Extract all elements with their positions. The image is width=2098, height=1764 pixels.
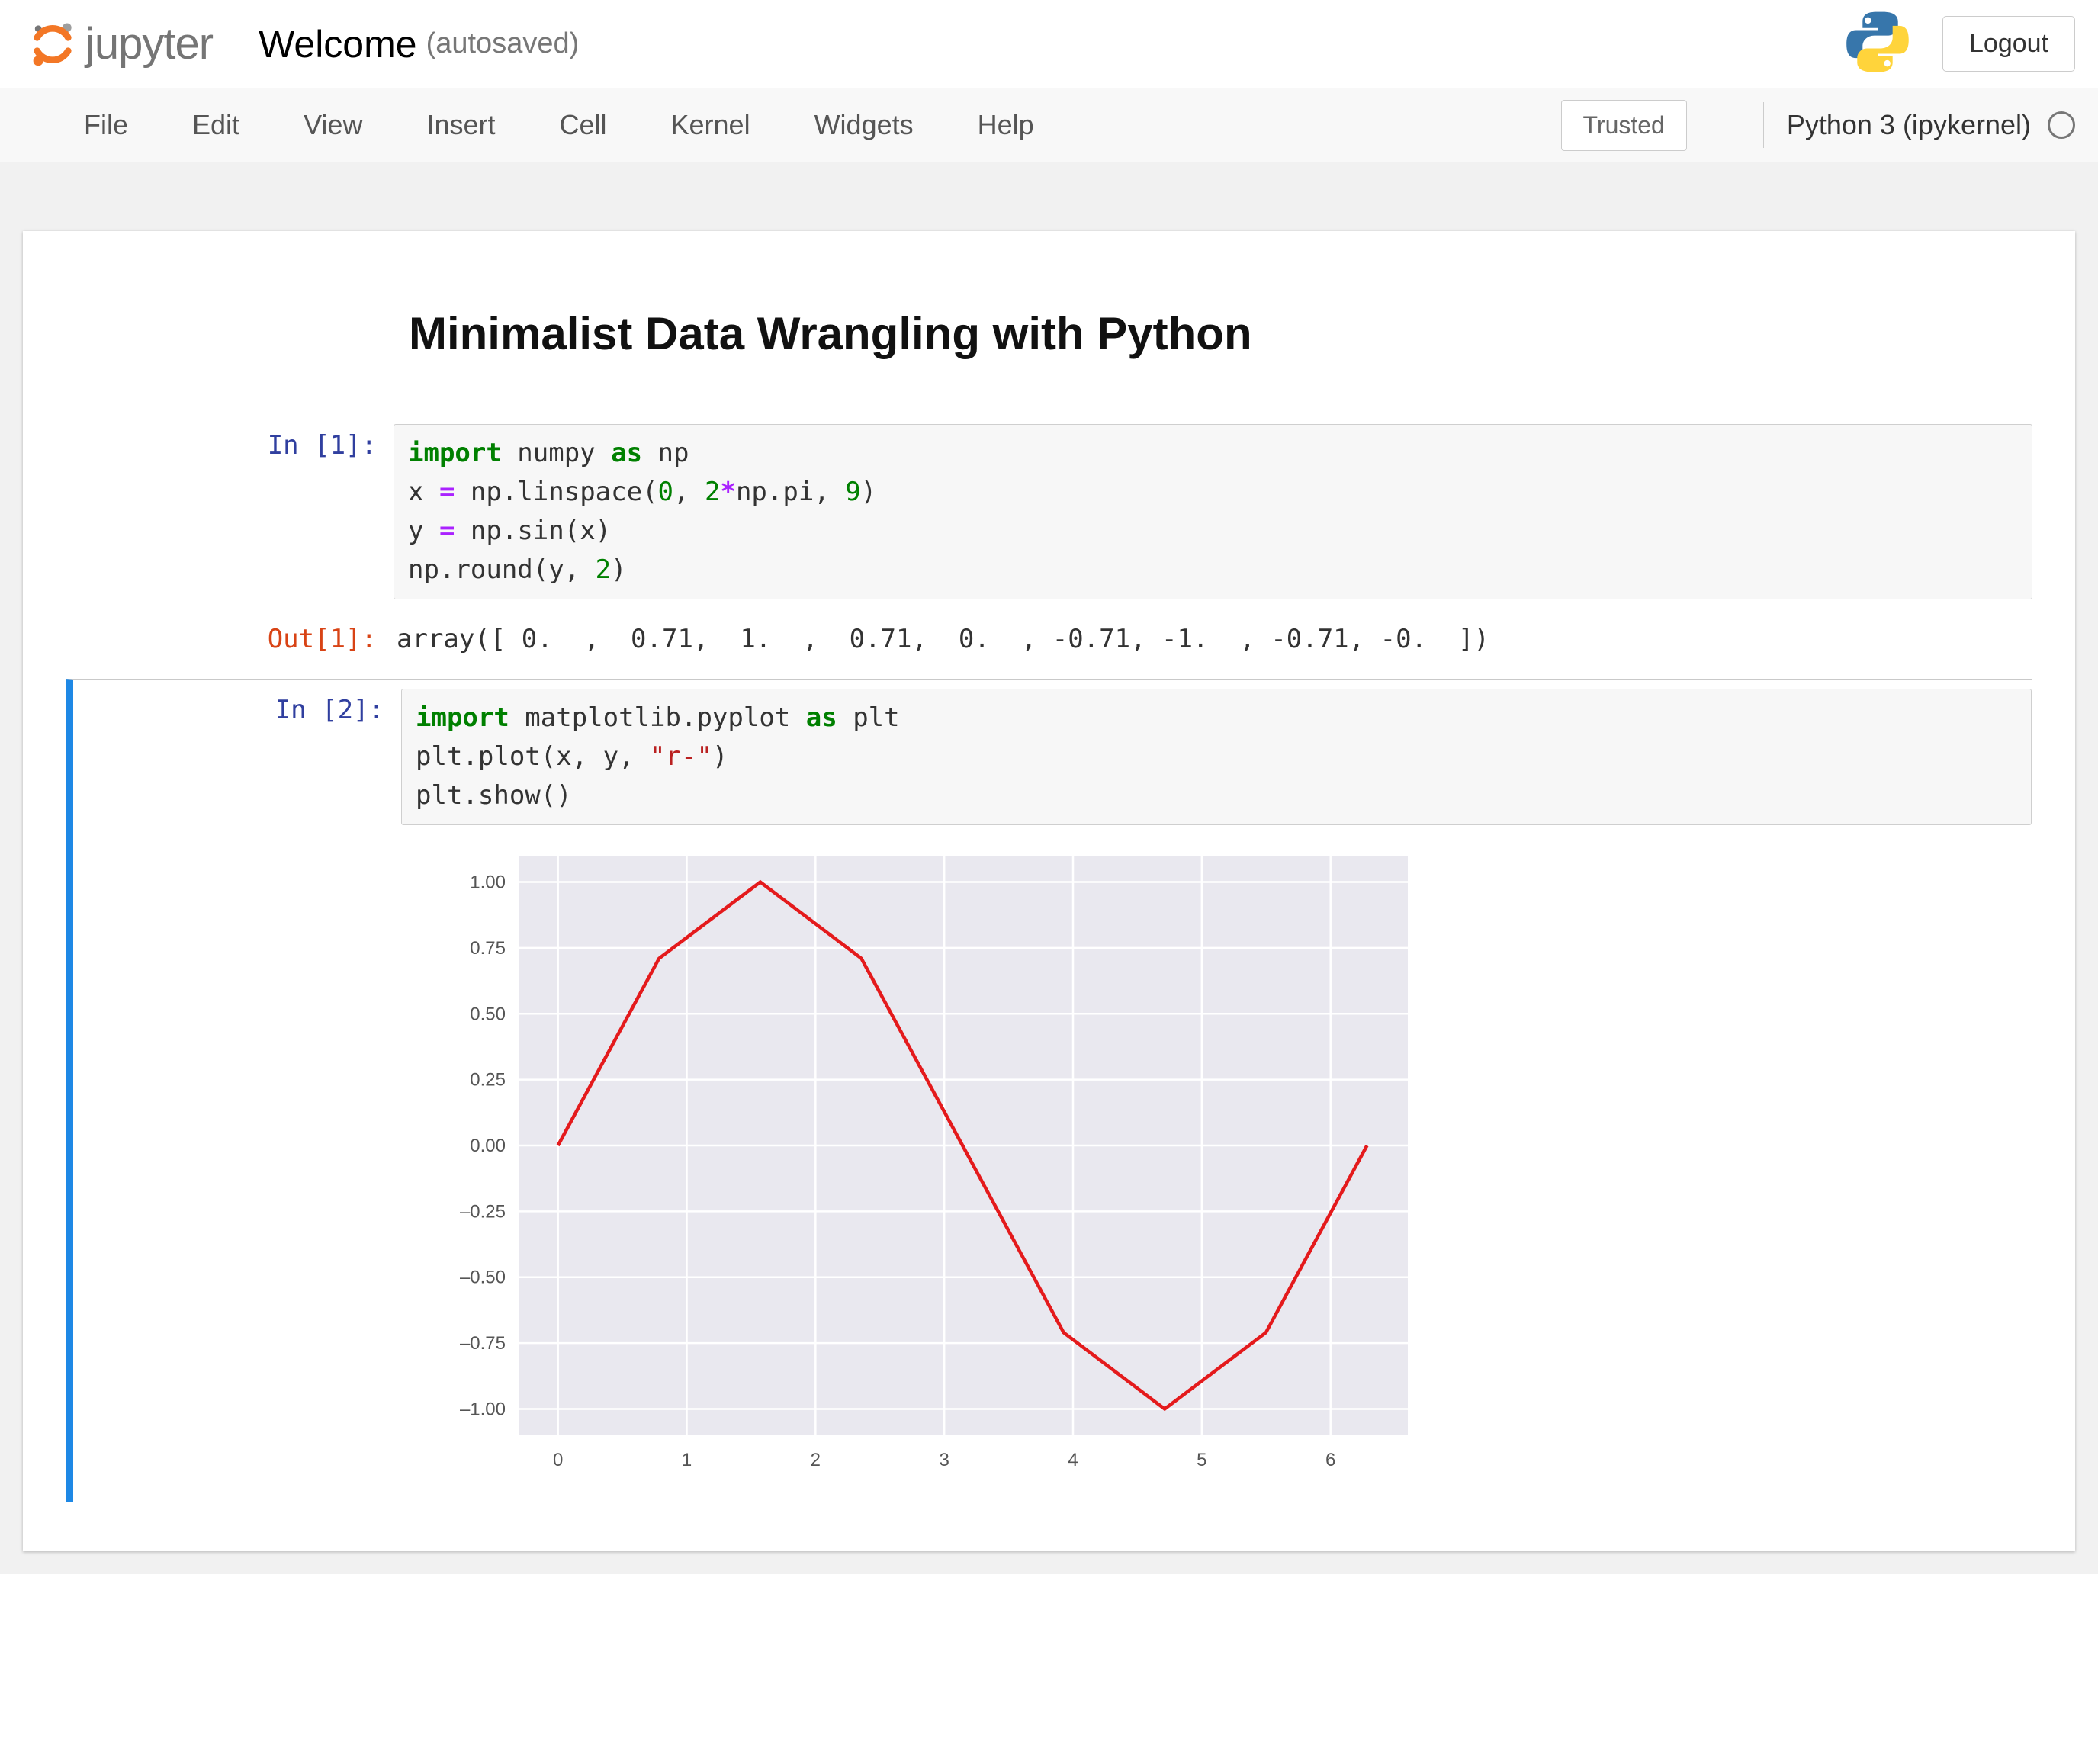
menu-insert[interactable]: Insert <box>394 92 527 158</box>
menu-kernel[interactable]: Kernel <box>639 92 782 158</box>
prompt-empty <box>66 284 394 406</box>
svg-text:1.00: 1.00 <box>470 872 506 893</box>
svg-text:–0.75: –0.75 <box>460 1333 506 1354</box>
code-cell-2[interactable]: In [2]: import matplotlib.pyplot as plt … <box>66 679 2032 1502</box>
notebook-background: Minimalist Data Wrangling with Python In… <box>0 162 2098 1574</box>
matplotlib-output: 0 1 2 3 4 5 6 –1.00 –0.75 –0.50 –0.25 0.00 0.25 0.50 0… <box>401 825 1438 1492</box>
svg-text:1: 1 <box>682 1450 692 1470</box>
code-input-2[interactable]: import matplotlib.pyplot as plt plt.plot… <box>401 689 2032 825</box>
kernel-idle-icon <box>2048 111 2075 139</box>
svg-text:5: 5 <box>1197 1450 1206 1470</box>
prompt-in-2: In [2]: <box>73 689 401 1492</box>
output-cell-1: Out[1]: array([ 0. , 0.71, 1. , 0.71, 0.… <box>66 618 2032 660</box>
kernel-indicator-box: Python 3 (ipykernel) <box>1763 102 2075 148</box>
menu-file[interactable]: File <box>52 92 160 158</box>
svg-text:0.50: 0.50 <box>470 1004 506 1024</box>
header-bar: jupyter Welcome (autosaved) Logout <box>0 0 2098 88</box>
trusted-button[interactable]: Trusted <box>1561 100 1687 151</box>
svg-text:3: 3 <box>939 1450 949 1470</box>
menu-help[interactable]: Help <box>946 92 1066 158</box>
prompt-out-1: Out[1]: <box>66 618 394 660</box>
svg-text:6: 6 <box>1325 1450 1335 1470</box>
prompt-in-1: In [1]: <box>66 424 394 599</box>
notebook-heading: Minimalist Data Wrangling with Python <box>394 307 2032 360</box>
logout-button[interactable]: Logout <box>1942 16 2075 72</box>
code-cell-1[interactable]: In [1]: import numpy as np x = np.linspa… <box>66 424 2032 599</box>
svg-text:0.00: 0.00 <box>470 1136 506 1156</box>
markdown-cell[interactable]: Minimalist Data Wrangling with Python <box>66 284 2032 406</box>
svg-text:–0.25: –0.25 <box>460 1201 506 1222</box>
svg-text:0.25: 0.25 <box>470 1070 506 1091</box>
svg-text:0: 0 <box>553 1450 563 1470</box>
svg-text:–1.00: –1.00 <box>460 1399 506 1419</box>
code-input-1[interactable]: import numpy as np x = np.linspace(0, 2*… <box>394 424 2032 599</box>
menu-view[interactable]: View <box>271 92 394 158</box>
menu-cell[interactable]: Cell <box>528 92 639 158</box>
menubar: File Edit View Insert Cell Kernel Widget… <box>0 88 2098 162</box>
output-text-1: array([ 0. , 0.71, 1. , 0.71, 0. , -0.71… <box>394 618 2032 660</box>
python-icon <box>1843 8 1912 80</box>
svg-text:0.75: 0.75 <box>470 938 506 959</box>
notebook-container: Minimalist Data Wrangling with Python In… <box>23 231 2075 1551</box>
svg-text:4: 4 <box>1068 1450 1078 1470</box>
svg-text:–0.50: –0.50 <box>460 1268 506 1288</box>
menu-widgets[interactable]: Widgets <box>782 92 946 158</box>
kernel-name[interactable]: Python 3 (ipykernel) <box>1787 109 2031 141</box>
notebook-name[interactable]: Welcome <box>259 22 416 66</box>
svg-text:2: 2 <box>811 1450 821 1470</box>
line-chart: 0 1 2 3 4 5 6 –1.00 –0.75 –0.50 –0.25 0.00 0.25 0.50 0… <box>401 825 1438 1489</box>
menu-edit[interactable]: Edit <box>160 92 271 158</box>
jupyter-logo[interactable]: jupyter <box>31 18 213 69</box>
jupyter-brand-text: jupyter <box>85 18 213 69</box>
autosave-status: (autosaved) <box>426 27 580 60</box>
jupyter-icon <box>31 22 75 66</box>
